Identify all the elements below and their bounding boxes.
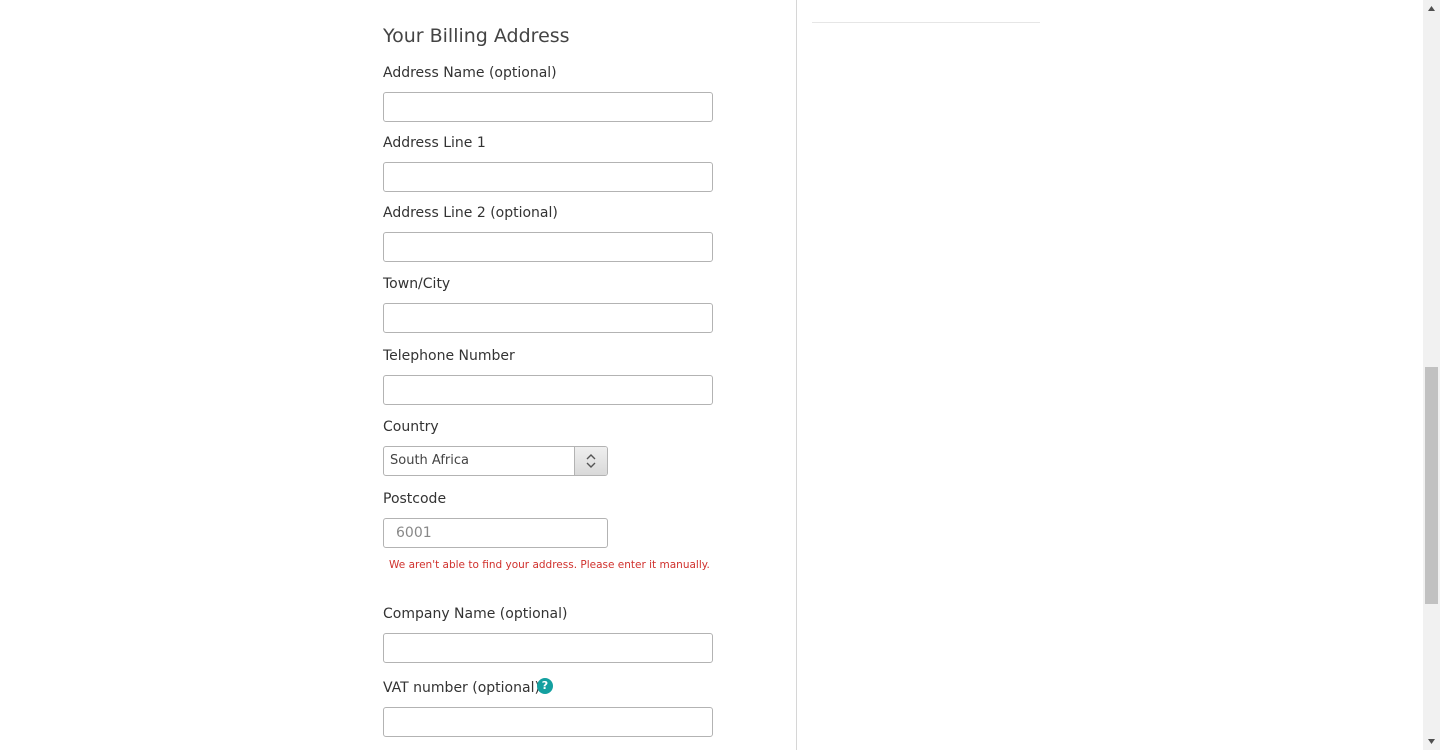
scroll-down-button[interactable] [1423, 733, 1440, 750]
company-name-input[interactable] [383, 633, 713, 663]
vat-number-input[interactable] [383, 707, 713, 737]
section-title: Your Billing Address [383, 25, 570, 47]
address-line2-label: Address Line 2 (optional) [383, 205, 558, 221]
page: Your Billing Address Address Name (optio… [0, 0, 1440, 750]
sidebar-divider [812, 22, 1040, 23]
address-line2-input[interactable] [383, 232, 713, 262]
telephone-input[interactable] [383, 375, 713, 405]
country-label: Country [383, 419, 439, 435]
address-name-label: Address Name (optional) [383, 65, 557, 81]
vat-number-label: VAT number (optional) [383, 680, 540, 696]
address-error-message: We aren't able to find your address. Ple… [389, 559, 710, 571]
chevron-up-down-icon [586, 454, 596, 468]
column-divider [796, 0, 797, 750]
scrollbar-thumb[interactable] [1425, 367, 1438, 604]
country-selected-value: South Africa [390, 453, 469, 468]
country-select[interactable]: South Africa [383, 446, 608, 476]
address-name-input[interactable] [383, 92, 713, 122]
company-name-label: Company Name (optional) [383, 606, 568, 622]
select-arrows[interactable] [574, 447, 607, 475]
question-circle-icon[interactable]: ? [537, 678, 553, 694]
town-city-label: Town/City [383, 276, 451, 292]
address-line1-label: Address Line 1 [383, 135, 486, 151]
triangle-down-icon [1428, 739, 1435, 744]
page-scrollbar[interactable] [1423, 0, 1440, 750]
postcode-label: Postcode [383, 491, 447, 507]
address-line1-input[interactable] [383, 162, 713, 192]
town-city-input[interactable] [383, 303, 713, 333]
postcode-input[interactable] [383, 518, 608, 548]
telephone-label: Telephone Number [383, 348, 515, 364]
triangle-up-icon [1428, 6, 1435, 11]
scroll-up-button[interactable] [1423, 0, 1440, 17]
